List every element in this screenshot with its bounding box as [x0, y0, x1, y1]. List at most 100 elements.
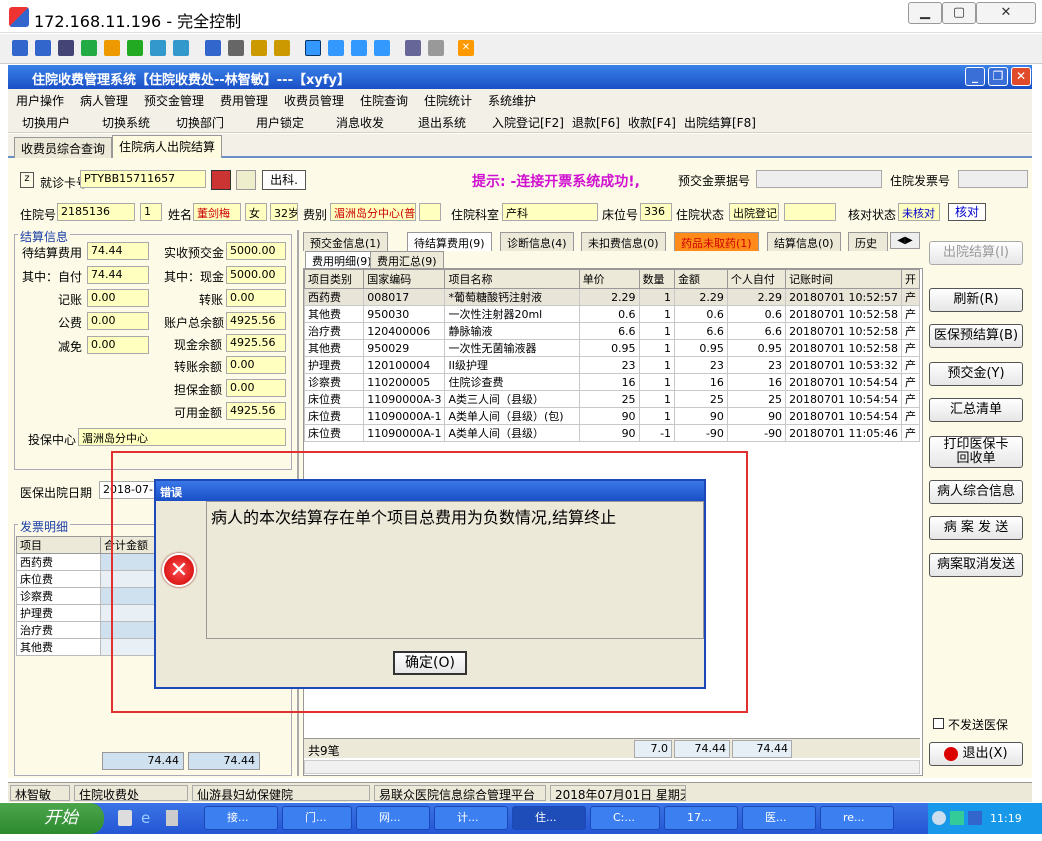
- tab-diagnosis[interactable]: 诊断信息(4): [500, 232, 574, 251]
- grid-header[interactable]: 项目名称: [444, 269, 580, 289]
- close-button[interactable]: ✕: [976, 2, 1036, 24]
- task-item[interactable]: 计...: [434, 806, 508, 830]
- horizontal-scrollbar[interactable]: [304, 760, 920, 774]
- table-row[interactable]: 其他费 950029 一次性无菌输液器 0.95 1 0.95 0.95 20180701 1…: [303, 339, 921, 357]
- card-reader-icon[interactable]: [211, 170, 231, 190]
- minimize-button[interactable]: ▁: [908, 2, 942, 24]
- user-lock-button[interactable]: 用户锁定: [256, 114, 304, 131]
- grid-header[interactable]: 项目类别: [303, 269, 365, 289]
- clipboard-icon[interactable]: [405, 40, 421, 56]
- app-restore-button[interactable]: ❐: [988, 67, 1008, 86]
- tab-history[interactable]: 历史: [848, 232, 888, 251]
- menu-item[interactable]: 预交金管理: [144, 92, 204, 109]
- table-row[interactable]: 床位费 11090000A-3 A类三人间（县级） 25 1 25 25 20180701 1…: [303, 390, 921, 408]
- table-row[interactable]: 治疗费 120400006 静脉输液 6.6 1 6.6 6.6 20180701 10:52…: [303, 322, 921, 340]
- upload-icon[interactable]: [205, 40, 221, 56]
- tab-discharge-settle[interactable]: 住院病人出院结算: [112, 135, 223, 158]
- tools-icon[interactable]: [428, 40, 444, 56]
- network-icon[interactable]: [228, 40, 244, 56]
- tab-prepay-info[interactable]: 预交金信息(1): [303, 232, 388, 251]
- switch-system-button[interactable]: 切换系统: [102, 114, 150, 131]
- insurance-presettle-button[interactable]: 医保预结算(B): [929, 324, 1023, 348]
- maximize-button[interactable]: ▢: [942, 2, 976, 24]
- ok-button[interactable]: 确定(O): [393, 651, 467, 675]
- tab-drug-uncollected[interactable]: 药品未取药(1): [674, 232, 759, 251]
- screen-icon[interactable]: [12, 40, 28, 56]
- menu-item[interactable]: 住院查询: [360, 92, 408, 109]
- menu-item[interactable]: 收费员管理: [284, 92, 344, 109]
- table-row[interactable]: 护理费 120100004 II级护理 23 1 23 23 20180701 10:53:3…: [303, 356, 921, 374]
- tab-undeducted[interactable]: 未扣费信息(0): [581, 232, 666, 251]
- table-row[interactable]: 西药费 008017 *葡萄糖酸钙注射液 2.29 1 2.29 2.29 20180701 …: [303, 288, 921, 306]
- switch-dept-button[interactable]: 切换部门: [176, 114, 224, 131]
- grid-header[interactable]: 开: [900, 269, 921, 289]
- fit-icon[interactable]: [328, 40, 344, 56]
- app-minimize-button[interactable]: _: [965, 67, 985, 86]
- tab-fee-detail[interactable]: 费用明细(9): [305, 251, 379, 268]
- grid-header[interactable]: 数量: [638, 269, 676, 289]
- summary-list-button[interactable]: 汇总清单: [929, 398, 1023, 422]
- task-item[interactable]: 17...: [664, 806, 738, 830]
- record-send-button[interactable]: 病 案 发 送: [929, 516, 1023, 540]
- patient-info-button[interactable]: 病人综合信息: [929, 480, 1023, 504]
- tray-arrow-icon[interactable]: [932, 811, 946, 825]
- admission-button[interactable]: 入院登记[F2]: [492, 114, 564, 131]
- inpatient-no-field[interactable]: 2185136: [57, 203, 135, 221]
- app-close-button[interactable]: ✕: [1011, 67, 1031, 86]
- tab-fee-summary[interactable]: 费用汇总(9): [370, 251, 444, 268]
- task-item[interactable]: 医...: [742, 806, 816, 830]
- desktop-icon[interactable]: [166, 810, 178, 826]
- tab-pending-fee[interactable]: 待结算费用(9): [407, 232, 492, 251]
- security-tray-icon[interactable]: [968, 811, 982, 825]
- monitor-icon[interactable]: [35, 40, 51, 56]
- comment-icon[interactable]: [173, 40, 189, 56]
- tab-cashier-query[interactable]: 收费员综合查询: [14, 137, 113, 158]
- lock-icon[interactable]: [251, 40, 267, 56]
- task-item[interactable]: C:...: [590, 806, 660, 830]
- grid-header[interactable]: 记账时间: [785, 269, 902, 289]
- refresh-button[interactable]: 刷新(R): [929, 288, 1023, 312]
- tab-scroll-arrows[interactable]: ◀▶: [890, 232, 920, 249]
- prepay-button[interactable]: 预交金(Y): [929, 362, 1023, 386]
- menu-item[interactable]: 费用管理: [220, 92, 268, 109]
- check-button[interactable]: 核对: [948, 203, 986, 221]
- power-icon[interactable]: [104, 40, 120, 56]
- transfer-icon[interactable]: [81, 40, 97, 56]
- table-row[interactable]: 床位费 11090000A-1 A类单人间（县级） 90 -1 -90 -90 2018070…: [303, 424, 921, 442]
- menu-item[interactable]: 系统维护: [488, 92, 536, 109]
- menu-item[interactable]: 住院统计: [424, 92, 472, 109]
- discharge-settle-btn[interactable]: 出院结算(I): [929, 241, 1023, 265]
- settings-screen-icon[interactable]: [374, 40, 390, 56]
- network-tray-icon[interactable]: [950, 811, 964, 825]
- card-input[interactable]: PTYBB15711657: [80, 170, 206, 188]
- menu-item[interactable]: 病人管理: [80, 92, 128, 109]
- refund-button[interactable]: 退款[F6]: [572, 114, 620, 131]
- tab-settle-info[interactable]: 结算信息(0): [767, 232, 841, 251]
- discharge-dept-button[interactable]: 出科.: [262, 170, 306, 190]
- task-item[interactable]: 门...: [282, 806, 352, 830]
- grid-header[interactable]: 金额: [674, 269, 728, 289]
- fullscreen-icon[interactable]: [305, 40, 321, 56]
- table-row[interactable]: 诊察费 110200005 住院诊查费 16 1 16 16 20180701 10:54:5…: [303, 373, 921, 391]
- exit-button[interactable]: 退出(X): [929, 742, 1023, 766]
- collect-button[interactable]: 收款[F4]: [628, 114, 676, 131]
- task-item[interactable]: 接...: [204, 806, 278, 830]
- switch-user-button[interactable]: 切换用户: [22, 114, 70, 131]
- task-item[interactable]: re...: [820, 806, 894, 830]
- task-item-active[interactable]: 住...: [512, 806, 586, 830]
- menu-item[interactable]: 用户操作: [16, 92, 64, 109]
- message-button[interactable]: 消息收发: [336, 114, 384, 131]
- message-icon[interactable]: [150, 40, 166, 56]
- disconnect-icon[interactable]: ✕: [458, 40, 474, 56]
- grid-header[interactable]: 单价: [578, 269, 640, 289]
- table-row[interactable]: 其他费 950030 一次性注射器20ml 0.6 1 0.6 0.6 20180701 10…: [303, 305, 921, 323]
- quicklaunch-icon[interactable]: [118, 810, 132, 826]
- no-send-checkbox[interactable]: [933, 718, 944, 729]
- discharge-settle-button[interactable]: 出院结算[F8]: [684, 114, 756, 131]
- chat-icon[interactable]: [127, 40, 143, 56]
- print-card-receipt-button[interactable]: 打印医保卡 回收单: [929, 436, 1023, 468]
- table-row[interactable]: 床位费 11090000A-1 A类单人间（县级）(包) 90 1 90 90 2018070…: [303, 407, 921, 425]
- exit-system-button[interactable]: 退出系统: [418, 114, 466, 131]
- ie-icon[interactable]: e: [141, 810, 157, 826]
- terminal-icon[interactable]: [58, 40, 74, 56]
